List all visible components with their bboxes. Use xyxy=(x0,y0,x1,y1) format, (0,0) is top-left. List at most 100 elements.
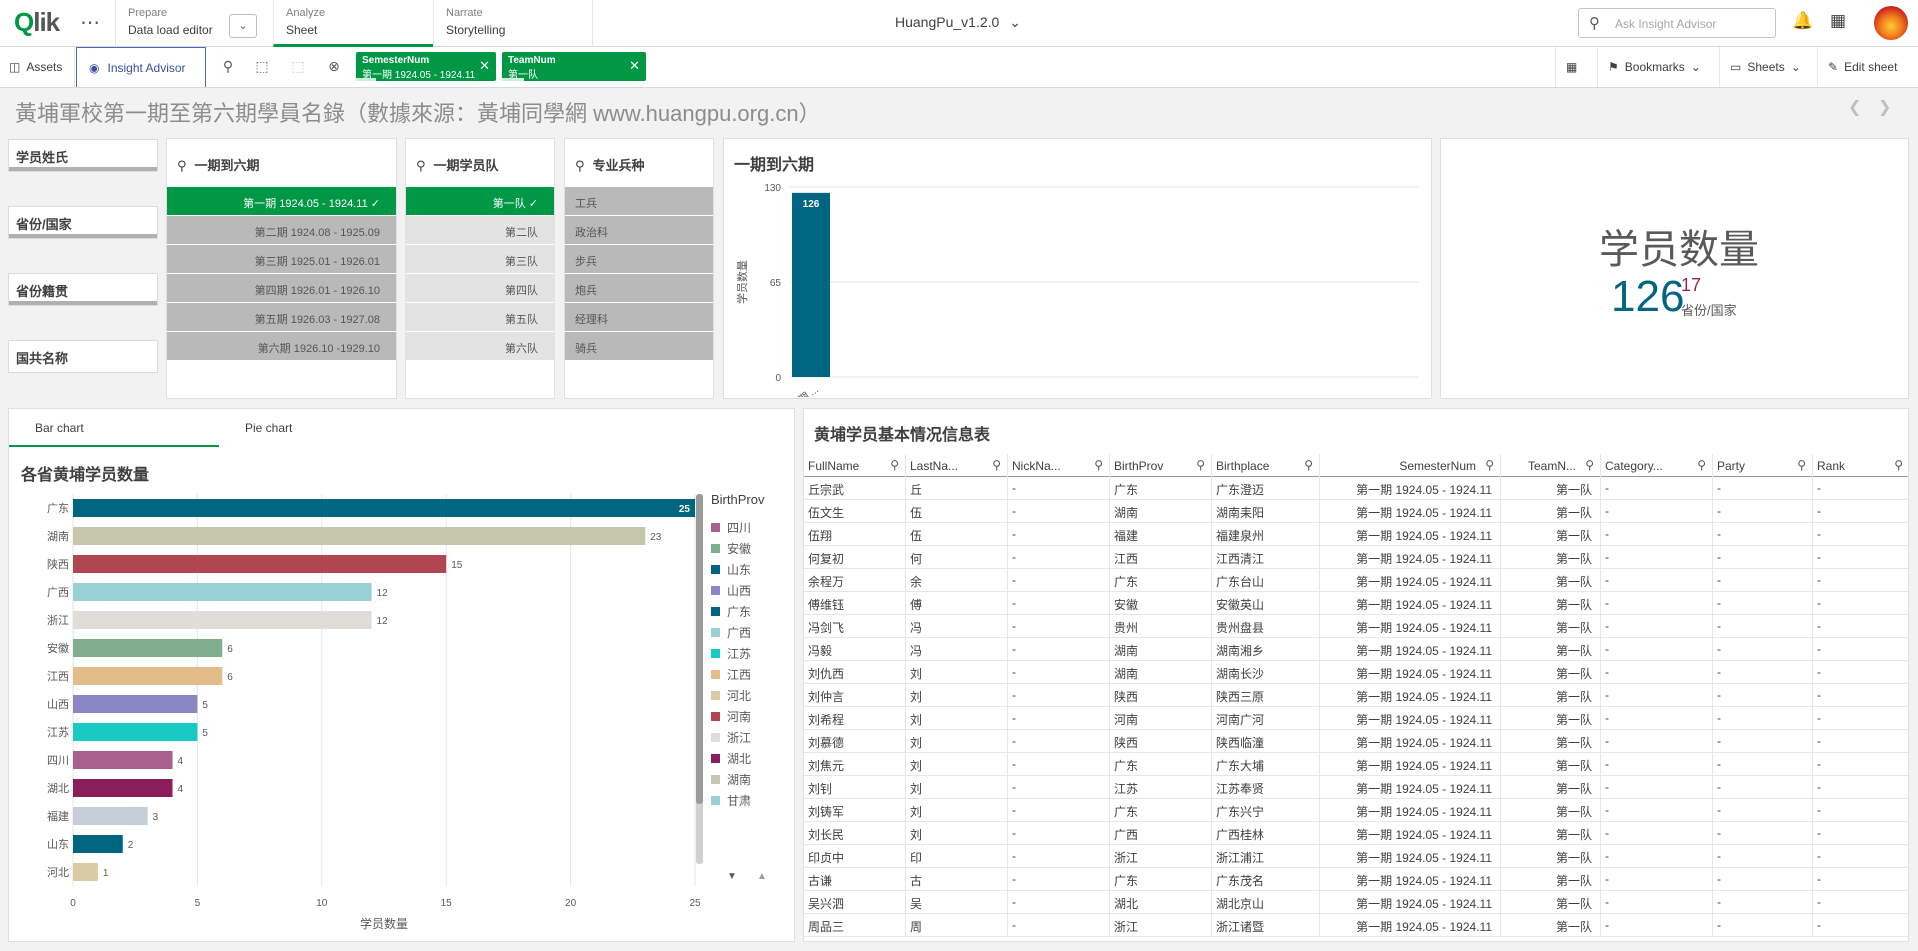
chart-canvas[interactable]: 0 5 10 15 20 25学员数量广东 25湖南 23陕西 15广西 12浙江 12安徽 6江西 6… xyxy=(9,489,794,939)
table-row[interactable]: 冯剑飞冯 - 贵州 贵州盘县 第一期 1924.05 - 1924.11 第一队 - - - xyxy=(804,615,1908,638)
filter-native-province[interactable]: 省份籍贯 xyxy=(8,273,158,306)
list-item[interactable]: 第五队 xyxy=(406,303,554,332)
search-icon[interactable]: ⚲ xyxy=(890,458,899,472)
notifications-bell-icon[interactable]: 🔔 xyxy=(1792,11,1813,31)
list-item[interactable]: 工兵 xyxy=(565,187,713,216)
tab-pie-chart[interactable]: Pie chart xyxy=(219,409,429,447)
table-row[interactable]: 冯毅冯 - 湖南 湖南湘乡 第一期 1924.05 - 1924.11 第一队 - - - xyxy=(804,638,1908,661)
tab-bar-chart[interactable]: Bar chart xyxy=(9,409,219,447)
list-item[interactable]: 政治科 xyxy=(565,216,713,245)
list-item[interactable]: 第二队 xyxy=(406,216,554,245)
search-icon[interactable]: ⚲ xyxy=(1094,458,1103,472)
search-icon[interactable]: ⚲ xyxy=(1797,458,1806,472)
column-header-label: BirthProv xyxy=(1114,459,1164,473)
table-row[interactable]: 刘钊刘 - 江苏 江苏奉贤 第一期 1924.05 - 1924.11 第一队 - - - xyxy=(804,776,1908,799)
search-icon[interactable]: ⚲ xyxy=(1485,458,1494,472)
column-header[interactable]: SemesterNum ⚲ xyxy=(1320,454,1501,477)
column-header[interactable]: NickNa... ⚲ xyxy=(1008,454,1110,477)
search-icon[interactable]: ⚲ xyxy=(1196,458,1205,472)
table-row[interactable]: 古谦古 - 广东 广东茂名 第一期 1924.05 - 1924.11 第一队 - - - xyxy=(804,868,1908,891)
more-menu-icon[interactable]: ⋯ xyxy=(80,10,100,35)
layout-toggle-button[interactable]: ▦ xyxy=(1555,47,1597,87)
table-row[interactable]: 刘仲言刘 - 陕西 陕西三原 第一期 1924.05 - 1924.11 第一队 - - - xyxy=(804,684,1908,707)
selection-chip-team[interactable]: TeamNum 第一队 ✕ xyxy=(502,52,646,81)
column-header[interactable]: FullName ⚲ xyxy=(804,454,906,477)
search-icon[interactable]: ⚲ xyxy=(1304,458,1313,472)
table-row[interactable]: 刘慕德刘 - 陕西 陕西临潼 第一期 1924.05 - 1924.11 第一队 - - - xyxy=(804,730,1908,753)
close-icon[interactable]: ✕ xyxy=(629,58,640,74)
edit-sheet-button[interactable]: ✎ Edit sheet xyxy=(1817,47,1918,87)
chevron-left-icon[interactable]: ❮ xyxy=(1848,97,1861,117)
selection-chip-semester[interactable]: SemesterNum 第一期 1924.05 - 1924.11 ✕ xyxy=(356,52,496,81)
column-header[interactable]: Birthplace ⚲ xyxy=(1212,454,1320,477)
tab-analyze[interactable]: Analyze Sheet xyxy=(273,0,433,47)
search-icon[interactable]: ⚲ xyxy=(1697,458,1706,472)
list-item[interactable]: 步兵 xyxy=(565,245,713,274)
table-row[interactable]: 余程万余 - 广东 广东台山 第一期 1924.05 - 1924.11 第一队 - - - xyxy=(804,569,1908,592)
listbox-header[interactable]: ⚲ 专业兵种 xyxy=(565,139,713,187)
table-row[interactable]: 印贞中印 - 浙江 浙江浦江 第一期 1924.05 - 1924.11 第一队 - - - xyxy=(804,845,1908,868)
step-back-icon[interactable]: ⬚ xyxy=(288,58,308,76)
list-item[interactable]: 骑兵 xyxy=(565,332,713,361)
column-header[interactable]: BirthProv ⚲ xyxy=(1110,454,1212,477)
column-header[interactable]: Category... ⚲ xyxy=(1601,454,1713,477)
table-row[interactable]: 刘铸军刘 - 广东 广东兴宁 第一期 1924.05 - 1924.11 第一队 - - - xyxy=(804,799,1908,822)
list-item[interactable]: 炮兵 xyxy=(565,274,713,303)
app-title-dropdown[interactable]: HuangPu_v1.2.0 ⌄ xyxy=(895,14,1021,31)
filter-label: 国共名称 xyxy=(16,351,69,366)
table-row[interactable]: 傅维钰傅 - 安徽 安徽英山 第一期 1924.05 - 1924.11 第一队 - - - xyxy=(804,592,1908,615)
table-row[interactable]: 吴兴泗吴 - 湖北 湖北京山 第一期 1924.05 - 1924.11 第一队 - - - xyxy=(804,891,1908,914)
table-row[interactable]: 伍文生伍 - 湖南 湖南耒阳 第一期 1924.05 - 1924.11 第一队 - - - xyxy=(804,500,1908,523)
list-item[interactable]: 第六队 xyxy=(406,332,554,361)
sheets-button[interactable]: ▭ Sheets ⌄ xyxy=(1719,47,1817,87)
table-row[interactable]: 刘希程刘 - 河南 河南广河 第一期 1924.05 - 1924.11 第一队 - - - xyxy=(804,707,1908,730)
table-row[interactable]: 周品三周 - 浙江 浙江诸暨 第一期 1924.05 - 1924.11 第一队 - - - xyxy=(804,914,1908,937)
list-item[interactable]: 第四队 xyxy=(406,274,554,303)
list-item[interactable]: 第一队 ✓ xyxy=(406,187,554,216)
filter-surname[interactable]: 学员姓氏 xyxy=(8,139,158,172)
user-avatar[interactable] xyxy=(1874,6,1908,40)
list-item[interactable]: 第一期 1924.05 - 1924.11 ✓ xyxy=(167,187,396,216)
insight-advisor-button[interactable]: ◉ Insight Advisor xyxy=(76,47,206,87)
table-row[interactable]: 刘仇西刘 - 湖南 湖南长沙 第一期 1924.05 - 1924.11 第一队 - - - xyxy=(804,661,1908,684)
search-icon[interactable]: ⚲ xyxy=(1894,458,1903,472)
tab-narrate[interactable]: Narrate Storytelling xyxy=(433,0,593,47)
column-header[interactable]: Party ⚲ xyxy=(1713,454,1813,477)
table-cell: - xyxy=(1813,500,1908,523)
column-header[interactable]: Rank ⚲ xyxy=(1813,454,1908,477)
semester-bar-chart[interactable]: 一期到六期 0 65 130 学员数量 126 第一期 ... xyxy=(723,138,1432,399)
search-icon[interactable]: ⚲ xyxy=(992,458,1001,472)
chevron-right-icon[interactable]: ❯ xyxy=(1878,97,1891,117)
table-cell: - xyxy=(1601,730,1713,753)
table-row[interactable]: 丘宗武丘 - 广东 广东澄迈 第一期 1924.05 - 1924.11 第一队 - - - xyxy=(804,477,1908,500)
insight-search-input[interactable]: ⚲ Ask Insight Advisor xyxy=(1578,8,1776,38)
prepare-dropdown-button[interactable]: ⌄ xyxy=(229,14,257,38)
close-icon[interactable]: ✕ xyxy=(479,58,490,74)
list-item[interactable]: 第三队 xyxy=(406,245,554,274)
app-launcher-grid-icon[interactable]: ▦ xyxy=(1830,11,1846,31)
smart-search-icon[interactable]: ⚲ xyxy=(218,58,238,76)
table-row[interactable]: 何复初何 - 江西 江西清江 第一期 1924.05 - 1924.11 第一队 - - - xyxy=(804,546,1908,569)
list-item[interactable]: 经理科 xyxy=(565,303,713,332)
listbox-header[interactable]: ⚲ 一期学员队 xyxy=(406,139,554,187)
listbox-header[interactable]: ⚲ 一期到六期 xyxy=(167,139,396,187)
list-item[interactable]: 第三期 1925.01 - 1926.01 xyxy=(167,245,396,274)
assets-button[interactable]: ◫ Assets xyxy=(0,47,75,87)
filter-province-country[interactable]: 省份/国家 xyxy=(8,206,158,239)
table-row[interactable]: 刘长民刘 - 广西 广西桂林 第一期 1924.05 - 1924.11 第一队 - - - xyxy=(804,822,1908,845)
list-item[interactable]: 第六期 1926.10 -1929.10 xyxy=(167,332,396,361)
column-header[interactable]: TeamN... ⚲ xyxy=(1501,454,1601,477)
table-row[interactable]: 伍翔伍 - 福建 福建泉州 第一期 1924.05 - 1924.11 第一队 - - - xyxy=(804,523,1908,546)
filter-party-name[interactable]: 国共名称 xyxy=(8,340,158,373)
bookmarks-button[interactable]: ⚑ Bookmarks ⌄ xyxy=(1597,47,1719,87)
list-item[interactable]: 第二期 1924.08 - 1925.09 xyxy=(167,216,396,245)
list-item[interactable]: 第五期 1926.03 - 1927.08 xyxy=(167,303,396,332)
column-header[interactable]: LastNa... ⚲ xyxy=(906,454,1008,477)
search-icon[interactable]: ⚲ xyxy=(1585,458,1594,472)
y-tick-label: 江苏 xyxy=(47,726,69,739)
qlik-logo[interactable]: Qlik xyxy=(14,7,60,38)
list-item[interactable]: 第四期 1926.01 - 1926.10 xyxy=(167,274,396,303)
selection-tool-icon[interactable]: ⬚ xyxy=(252,58,272,76)
clear-selections-icon[interactable]: ⊗ xyxy=(324,58,344,76)
table-row[interactable]: 刘焦元刘 - 广东 广东大埔 第一期 1924.05 - 1924.11 第一队 - - - xyxy=(804,753,1908,776)
